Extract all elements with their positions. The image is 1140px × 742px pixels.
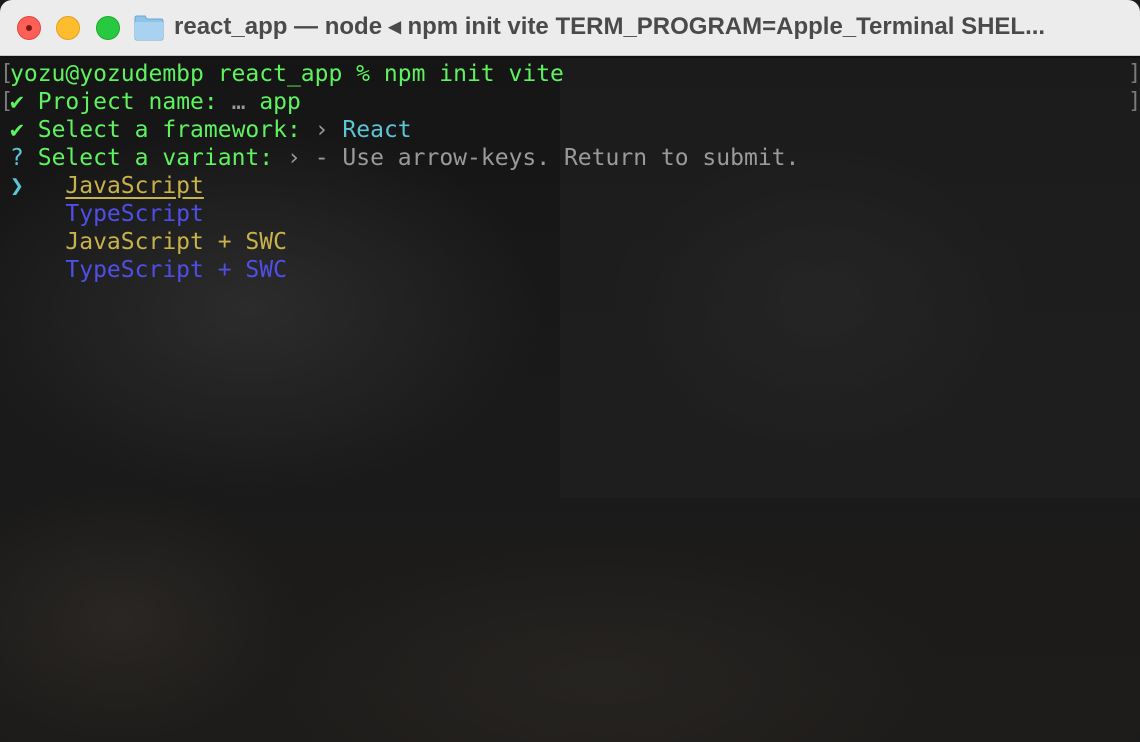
option-javascript[interactable]: ❯ JavaScript: [10, 172, 204, 200]
project-name-value: app: [259, 89, 301, 115]
project-name-line: ✔ Project name: … app: [10, 88, 301, 116]
question-icon: ?: [10, 145, 24, 171]
maximize-button[interactable]: [96, 16, 120, 40]
mark-bracket-right: ]: [1128, 61, 1140, 86]
option-label: TypeScript: [65, 201, 204, 227]
variant-hint: - Use arrow-keys. Return to submit.: [314, 145, 800, 171]
option-javascript-swc[interactable]: JavaScript + SWC: [10, 228, 287, 256]
project-name-label: Project name:: [37, 89, 218, 115]
option-label: JavaScript: [65, 173, 204, 199]
option-label: JavaScript + SWC: [65, 229, 287, 255]
folder-icon: [134, 15, 164, 41]
cursor-arrow-icon: ❯: [10, 173, 24, 199]
option-typescript-swc[interactable]: TypeScript + SWC: [10, 256, 287, 284]
framework-label: Select a framework:: [37, 117, 301, 143]
title-bar[interactable]: react_app — node ◂ npm init vite TERM_PR…: [0, 0, 1140, 56]
variant-label: Select a variant:: [37, 145, 274, 171]
option-label: TypeScript + SWC: [65, 257, 287, 283]
check-icon: ✔: [10, 117, 24, 143]
check-icon: ✔: [10, 89, 24, 115]
project-name-sep: …: [231, 89, 246, 115]
variant-line: ? Select a variant: › - Use arrow-keys. …: [10, 144, 799, 172]
framework-line: ✔ Select a framework: › React: [10, 116, 412, 144]
close-button[interactable]: [17, 16, 41, 40]
framework-sep: ›: [314, 117, 329, 143]
window-title: react_app — node ◂ npm init vite TERM_PR…: [174, 13, 1046, 40]
variant-sep: ›: [286, 145, 301, 171]
command-prompt-line: yozu@yozudembp react_app % npm init vite: [10, 61, 564, 87]
option-typescript[interactable]: TypeScript: [10, 200, 204, 228]
framework-value: React: [342, 117, 412, 143]
mark-bracket-right: ]: [1128, 89, 1140, 114]
terminal-window: react_app — node ◂ npm init vite TERM_PR…: [0, 0, 1140, 742]
minimize-button[interactable]: [56, 16, 80, 40]
terminal-content[interactable]: [ ] [ ] yozu@yozudembp react_app % npm i…: [0, 58, 1140, 742]
